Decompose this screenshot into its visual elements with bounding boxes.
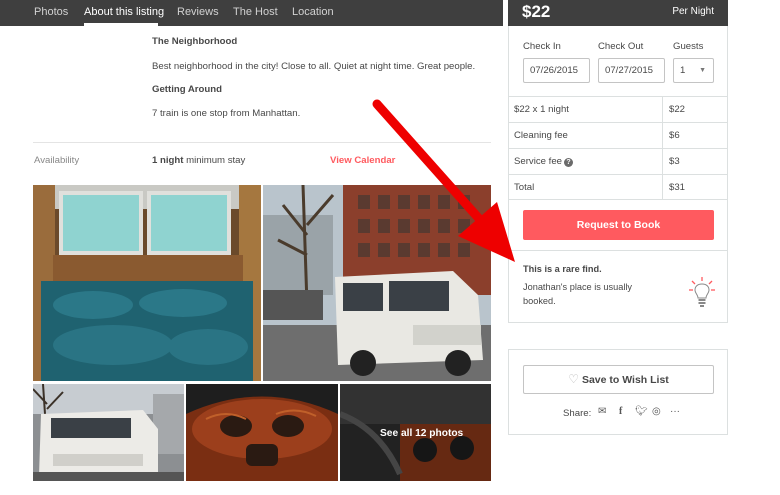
guests-value: 1	[680, 65, 686, 76]
price-row-value: $22	[669, 104, 686, 115]
tab-location[interactable]: Location	[292, 0, 334, 26]
wishlist-panel: ♡ Save to Wish List Share: ✉ f 🐦︎ ◎ ···	[508, 349, 728, 435]
photo-dashboard[interactable]: See all 12 photos	[340, 384, 491, 481]
nightly-price: $22	[522, 2, 551, 21]
facebook-icon[interactable]: f	[619, 406, 622, 417]
guests-label: Guests	[673, 41, 704, 52]
see-all-photos-link[interactable]: See all 12 photos	[380, 428, 463, 439]
min-stay-text: 1 night minimum stay	[152, 155, 245, 166]
price-row-service: Service fee? $3	[509, 148, 727, 174]
rare-find-title: This is a rare find.	[523, 264, 602, 274]
photo-van-interior-seats[interactable]	[33, 185, 261, 381]
check-in-field[interactable]: 07/26/2015	[523, 58, 590, 83]
column-divider	[662, 149, 663, 174]
price-row-nightly: $22 x 1 night $22	[509, 96, 727, 122]
twitter-icon[interactable]: 🐦︎	[635, 406, 648, 417]
price-row-label-wrap: Service fee?	[514, 156, 573, 167]
request-to-book-button[interactable]: Request to Book	[523, 210, 714, 240]
share-label: Share:	[563, 408, 592, 419]
price-row-label: $22 x 1 night	[514, 104, 569, 115]
tab-reviews[interactable]: Reviews	[177, 0, 219, 26]
getting-around-heading: Getting Around	[152, 84, 222, 95]
chevron-down-icon: ▼	[699, 67, 706, 74]
check-out-field[interactable]: 07/27/2015	[598, 58, 665, 83]
view-calendar-link[interactable]: View Calendar	[330, 155, 395, 166]
check-in-label: Check In	[523, 41, 561, 52]
rare-find-line1: Jonathan's place is usually	[523, 282, 633, 292]
column-divider	[662, 97, 663, 122]
save-to-wishlist-button[interactable]: ♡ Save to Wish List	[523, 365, 714, 394]
photo-wood-console[interactable]	[186, 384, 338, 481]
help-icon[interactable]: ?	[564, 158, 573, 167]
check-out-label: Check Out	[598, 41, 644, 52]
rare-find-line2: booked.	[523, 296, 556, 306]
tab-photos[interactable]: Photos	[34, 0, 68, 26]
neighborhood-heading: The Neighborhood	[152, 36, 238, 47]
price-row-label: Cleaning fee	[514, 130, 568, 141]
photo-van-street-exterior[interactable]	[263, 185, 491, 381]
heart-icon: ♡	[568, 372, 579, 386]
listing-nav-bar: Photos About this listing Reviews The Ho…	[0, 0, 503, 26]
neighborhood-text: Best neighborhood in the city! Close to …	[152, 61, 476, 72]
price-row-total: Total $31	[509, 174, 727, 200]
lightbulb-icon	[689, 277, 715, 307]
price-header: $22 Per Night	[508, 0, 728, 26]
messenger-icon[interactable]: ◎	[652, 406, 661, 417]
panel-divider	[509, 250, 727, 251]
more-icon[interactable]: ···	[670, 406, 680, 417]
column-divider	[662, 175, 663, 200]
price-row-cleaning: Cleaning fee $6	[509, 122, 727, 148]
price-row-label: Service fee	[514, 156, 562, 167]
price-row-value: $31	[669, 182, 686, 193]
nights-count: 1 night	[152, 155, 184, 166]
booking-panel: Check In Check Out Guests 07/26/2015 07/…	[508, 26, 728, 323]
per-night-label: Per Night	[672, 6, 714, 17]
active-tab-indicator	[84, 23, 158, 26]
price-row-label: Total	[514, 182, 535, 193]
email-icon[interactable]: ✉	[598, 406, 606, 417]
getting-around-text: 7 train is one stop from Manhattan.	[152, 108, 301, 119]
min-stay-label: minimum stay	[186, 155, 246, 166]
price-row-value: $3	[669, 156, 680, 167]
price-row-value: $6	[669, 130, 680, 141]
section-divider	[33, 142, 491, 143]
tab-the-host[interactable]: The Host	[233, 0, 278, 26]
availability-label: Availability	[34, 155, 80, 166]
photo-van-front[interactable]	[33, 384, 184, 481]
guests-select[interactable]: 1 ▼	[673, 58, 714, 83]
save-to-wishlist-label: Save to Wish List	[581, 374, 669, 386]
column-divider	[662, 123, 663, 148]
